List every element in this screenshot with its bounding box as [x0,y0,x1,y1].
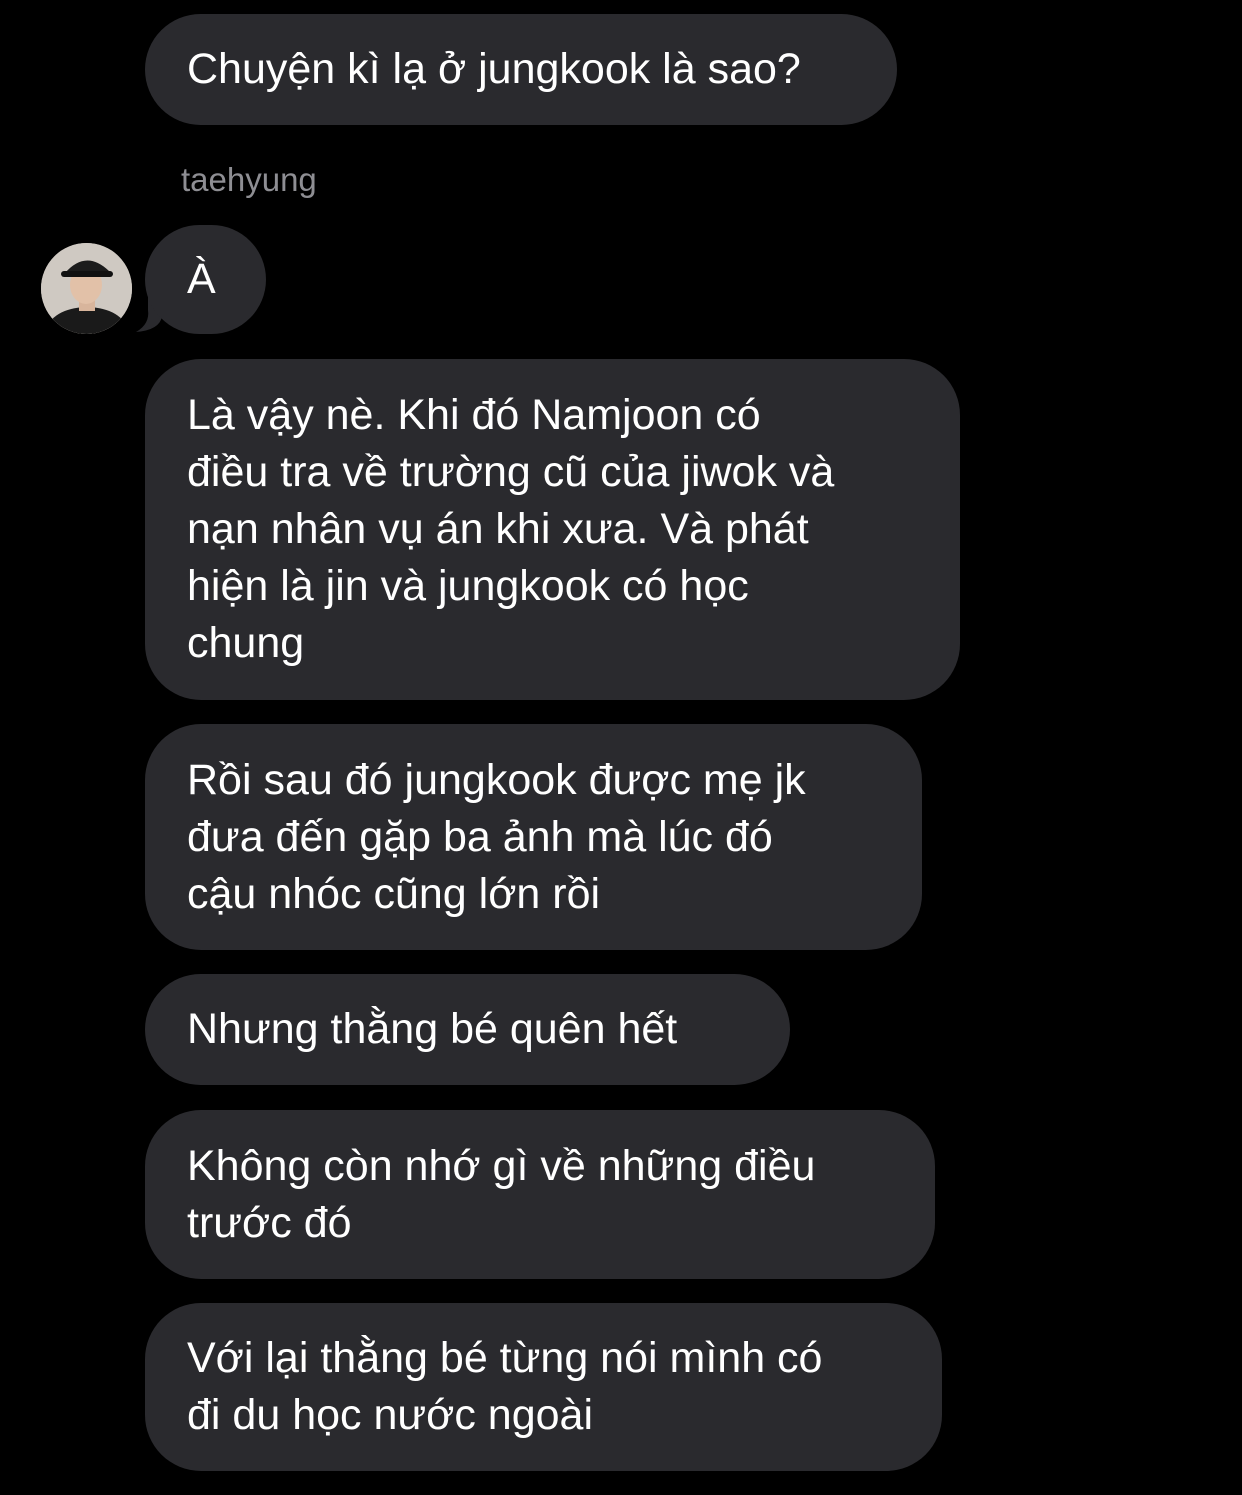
message-bubble[interactable]: À [145,225,266,334]
message-bubble[interactable]: Chuyện kì lạ ở jungkook là sao? [145,14,897,125]
message-bubble[interactable]: Không còn nhớ gì về những điều trước đó [145,1110,935,1279]
user-avatar-photo-icon [41,243,132,334]
message-bubble[interactable]: Là vậy nè. Khi đó Namjoon có điều tra về… [145,359,960,700]
message-text: Với lại thằng bé từng nói mình có đi du … [187,1334,823,1439]
sender-name: taehyung [181,161,317,198]
message-text: Nhưng thằng bé quên hết [187,1005,678,1053]
message-text: À [187,255,216,303]
message-text: Là vậy nè. Khi đó Namjoon có điều tra về… [187,391,835,667]
message-text: Chuyện kì lạ ở jungkook là sao? [187,45,801,93]
message-bubble[interactable]: Nhưng thằng bé quên hết [145,974,790,1085]
message-bubble[interactable]: Với lại thằng bé từng nói mình có đi du … [145,1303,942,1471]
message-text: Rồi sau đó jungkook được mẹ jk đưa đến g… [187,755,806,918]
avatar[interactable] [41,243,132,334]
message-text: Không còn nhớ gì về những điều trước đó [187,1141,816,1247]
message-bubble[interactable]: Rồi sau đó jungkook được mẹ jk đưa đến g… [145,724,922,950]
